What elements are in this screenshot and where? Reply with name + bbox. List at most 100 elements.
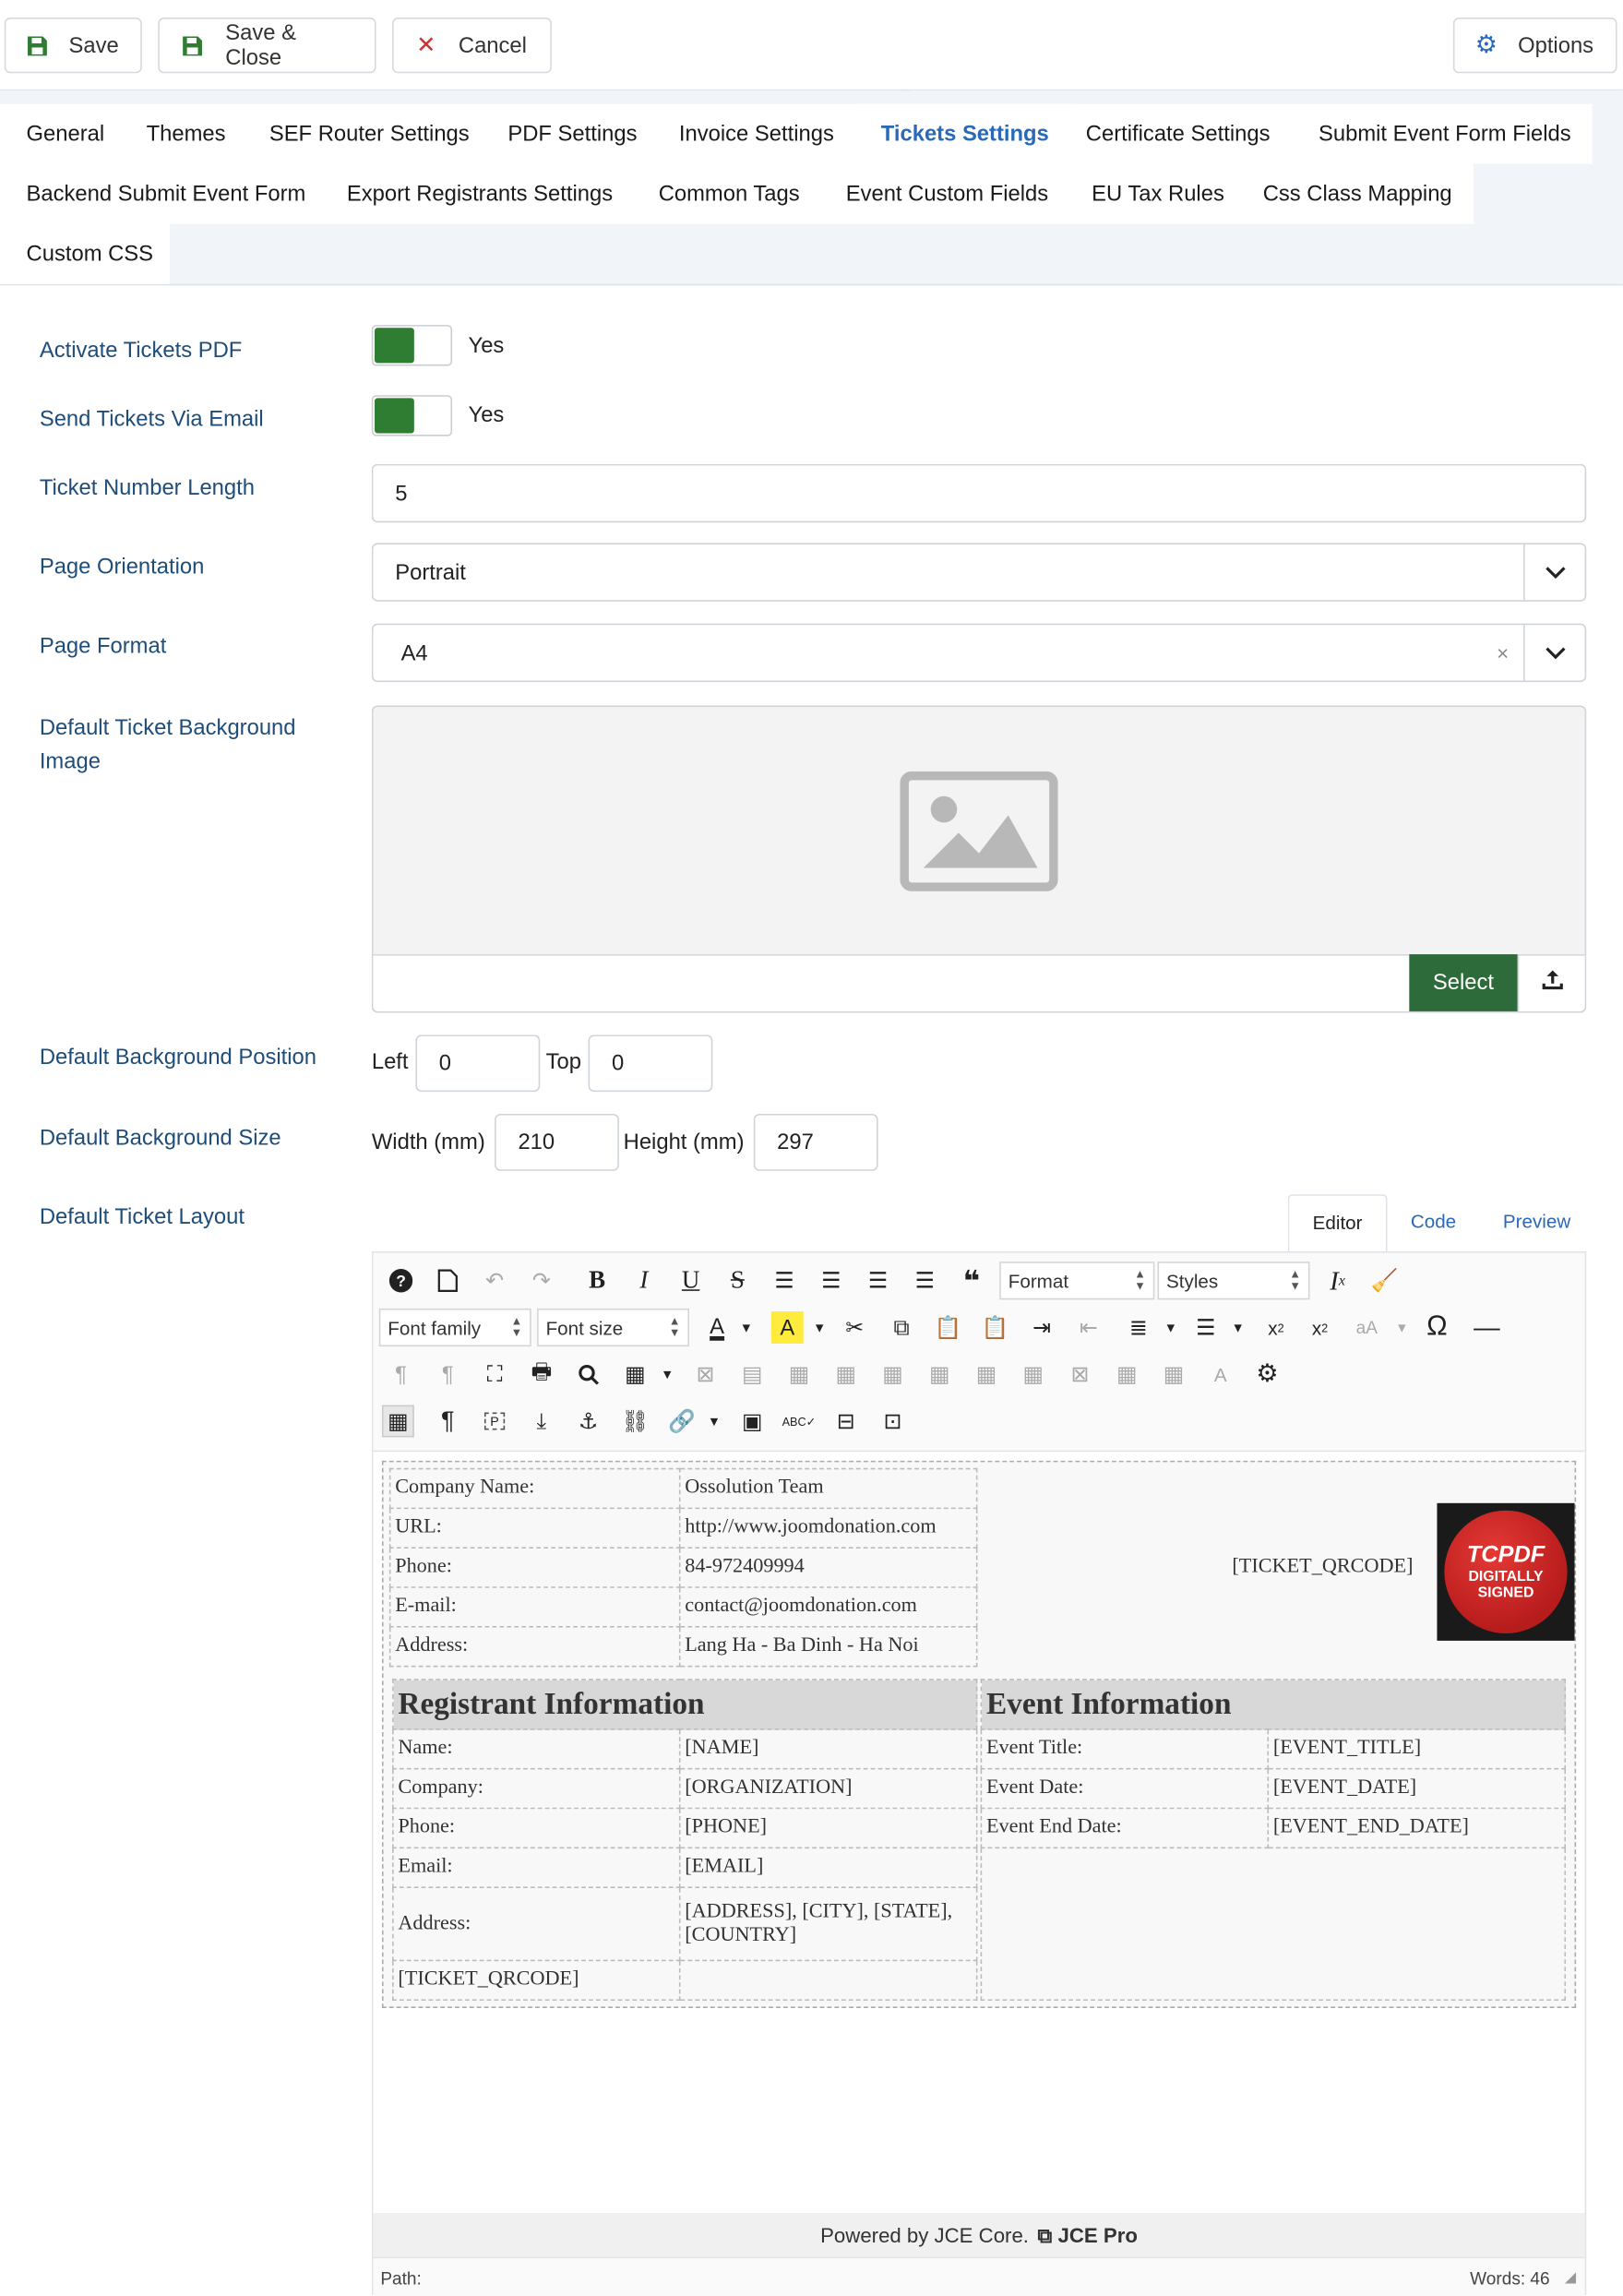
insert-row-after-icon[interactable]: ▦ bbox=[877, 1358, 909, 1391]
chevron-down-icon[interactable]: ▼ bbox=[1386, 1311, 1418, 1344]
editor-content[interactable]: Company Name: Ossolution Team URL: http://w… bbox=[373, 1452, 1584, 2213]
show-blocks-icon[interactable]: ¶ bbox=[432, 1405, 464, 1438]
insert-row-before-icon[interactable]: ▦ bbox=[829, 1358, 862, 1391]
tab-submit-event-form-fields[interactable]: Submit Event Form Fields bbox=[1296, 104, 1593, 164]
cell-props-icon[interactable]: ▦ bbox=[783, 1358, 816, 1391]
save-button[interactable]: Save bbox=[5, 18, 142, 73]
bold-icon[interactable]: B bbox=[581, 1264, 614, 1297]
tab-event-custom-fields[interactable]: Event Custom Fields bbox=[824, 164, 1070, 224]
tab-export-registrants[interactable]: Export Registrants Settings bbox=[325, 164, 635, 224]
paste-text-icon[interactable]: 📋 bbox=[979, 1311, 1011, 1344]
chevron-down-icon[interactable]: ▼ bbox=[651, 1358, 684, 1391]
tab-themes[interactable]: Themes bbox=[125, 104, 248, 164]
page-orientation-select[interactable]: Portrait bbox=[372, 543, 1586, 601]
delete-row-icon[interactable]: ▦ bbox=[924, 1358, 956, 1391]
page-format-select[interactable]: A4 × bbox=[372, 624, 1586, 682]
position-left-input[interactable]: 0 bbox=[415, 1034, 540, 1092]
tab-certificate-settings[interactable]: Certificate Settings bbox=[1064, 104, 1292, 164]
style-icon[interactable]: A bbox=[1204, 1358, 1236, 1391]
redo-icon[interactable]: ↷ bbox=[525, 1264, 557, 1297]
tab-sef-router[interactable]: SEF Router Settings bbox=[247, 104, 491, 164]
cleanup-icon[interactable]: 🧹 bbox=[1368, 1264, 1401, 1297]
row-props-icon[interactable]: ▤ bbox=[736, 1358, 769, 1391]
image-icon[interactable]: ▣ bbox=[736, 1405, 769, 1438]
align-left-icon[interactable]: ☰ bbox=[862, 1264, 894, 1297]
delete-table-icon[interactable]: ⊠ bbox=[689, 1358, 722, 1391]
italic-icon[interactable]: I bbox=[627, 1264, 660, 1297]
page-break-icon[interactable]: ⊟ bbox=[829, 1405, 862, 1438]
send-tickets-email-toggle[interactable] bbox=[372, 395, 452, 436]
spellcheck-icon[interactable]: ABC✓ bbox=[783, 1405, 816, 1438]
insert-col-after-icon[interactable]: ▦ bbox=[1017, 1358, 1049, 1391]
styles-select[interactable]: Styles ▲ ▼ bbox=[1158, 1262, 1310, 1299]
clear-formatting-icon[interactable]: Ix bbox=[1321, 1264, 1354, 1297]
chevron-down-icon[interactable]: ▼ bbox=[804, 1311, 836, 1344]
tab-backend-submit-event-form[interactable]: Backend Submit Event Form bbox=[5, 164, 328, 224]
chevron-down-icon[interactable]: ▼ bbox=[1154, 1311, 1187, 1344]
help-icon[interactable]: ? bbox=[385, 1264, 417, 1297]
bullet-list-icon[interactable]: ☰ bbox=[1189, 1311, 1222, 1344]
tab-common-tags[interactable]: Common Tags bbox=[637, 164, 822, 224]
tab-invoice-settings[interactable]: Invoice Settings bbox=[657, 104, 856, 164]
strikethrough-icon[interactable]: S bbox=[722, 1264, 754, 1297]
align-justify-icon[interactable]: ☰ bbox=[769, 1264, 801, 1297]
table-icon[interactable]: ▦ bbox=[619, 1358, 651, 1391]
chevron-down-icon[interactable]: ▼ bbox=[1222, 1311, 1254, 1344]
undo-icon[interactable]: ↶ bbox=[479, 1264, 511, 1297]
print-icon[interactable]: 🖶 bbox=[525, 1358, 557, 1391]
align-center-icon[interactable]: ☰ bbox=[815, 1264, 847, 1297]
upload-button[interactable] bbox=[1518, 954, 1585, 1011]
unlink-icon[interactable]: ⛓ bbox=[619, 1405, 651, 1438]
font-size-select[interactable]: Font size ▲ ▼ bbox=[537, 1309, 689, 1346]
chevron-down-icon[interactable]: ▼ bbox=[730, 1311, 762, 1344]
save-close-button[interactable]: Save & Close bbox=[158, 18, 376, 73]
superscript-icon[interactable]: x2 bbox=[1304, 1311, 1336, 1344]
copy-icon[interactable]: ⧉ bbox=[886, 1311, 918, 1344]
tab-custom-css[interactable]: Custom CSS bbox=[5, 224, 175, 284]
insert-col-before-icon[interactable]: ▦ bbox=[971, 1358, 1003, 1391]
activate-tickets-pdf-toggle[interactable] bbox=[372, 325, 452, 365]
size-height-input[interactable]: 297 bbox=[754, 1114, 878, 1171]
tab-editor[interactable]: Editor bbox=[1288, 1194, 1388, 1252]
text-color-icon[interactable]: A bbox=[701, 1311, 734, 1344]
fullscreen-icon[interactable]: ⛶ bbox=[479, 1358, 511, 1391]
split-cells-icon[interactable]: ▦ bbox=[1111, 1358, 1143, 1391]
case-change-icon[interactable]: aA bbox=[1351, 1311, 1383, 1344]
paragraph-icon[interactable]: P bbox=[479, 1405, 511, 1438]
font-family-select[interactable]: Font family ▲ ▼ bbox=[379, 1309, 531, 1346]
paste-icon[interactable]: 📋 bbox=[932, 1311, 964, 1344]
tab-general[interactable]: General bbox=[5, 104, 126, 164]
read-more-icon[interactable]: ⊡ bbox=[877, 1405, 909, 1438]
indent-icon[interactable]: ⇥ bbox=[1026, 1311, 1058, 1344]
merge-cells-icon[interactable]: ▦ bbox=[1158, 1358, 1190, 1391]
tab-eu-tax-rules[interactable]: EU Tax Rules bbox=[1069, 164, 1246, 224]
link-icon[interactable]: 🔗 bbox=[666, 1405, 698, 1438]
delete-col-icon[interactable]: ⊠ bbox=[1064, 1358, 1096, 1391]
blockquote-icon[interactable]: ❝ bbox=[956, 1264, 988, 1297]
horizontal-rule-icon[interactable]: — bbox=[1471, 1311, 1503, 1344]
highlight-color-icon[interactable]: A bbox=[771, 1311, 804, 1344]
ticket-number-length-input[interactable]: 5 bbox=[372, 464, 1586, 522]
visual-aid-icon[interactable]: ▦ bbox=[382, 1405, 414, 1438]
options-button[interactable]: ⚙ Options bbox=[1453, 18, 1617, 73]
tab-pdf-settings[interactable]: PDF Settings bbox=[486, 104, 660, 164]
select-image-button[interactable]: Select bbox=[1409, 954, 1517, 1011]
tab-preview[interactable]: Preview bbox=[1480, 1194, 1594, 1252]
gear-icon[interactable]: ⚙ bbox=[1251, 1358, 1283, 1391]
clear-icon[interactable]: × bbox=[1497, 641, 1509, 664]
outdent-icon[interactable]: ⇤ bbox=[1073, 1311, 1105, 1344]
tab-code[interactable]: Code bbox=[1387, 1194, 1479, 1252]
numbered-list-icon[interactable]: ≣ bbox=[1122, 1311, 1154, 1344]
cut-icon[interactable]: ✂ bbox=[839, 1311, 871, 1344]
ltr-icon[interactable]: ¶ bbox=[385, 1358, 417, 1391]
tab-tickets-settings[interactable]: Tickets Settings bbox=[859, 104, 1071, 164]
align-right-icon[interactable]: ☰ bbox=[909, 1264, 941, 1297]
chevron-down-icon[interactable]: ▼ bbox=[698, 1405, 731, 1438]
anchor-icon[interactable]: ⚓ bbox=[572, 1405, 604, 1438]
rtl-icon[interactable]: ¶ bbox=[432, 1358, 464, 1391]
insert-icon[interactable]: ⤓ bbox=[525, 1405, 557, 1438]
special-char-icon[interactable]: Ω bbox=[1421, 1311, 1453, 1344]
search-icon[interactable] bbox=[572, 1358, 604, 1391]
format-select[interactable]: Format ▲ ▼ bbox=[999, 1262, 1154, 1299]
tab-css-class-mapping[interactable]: Css Class Mapping bbox=[1241, 164, 1474, 224]
